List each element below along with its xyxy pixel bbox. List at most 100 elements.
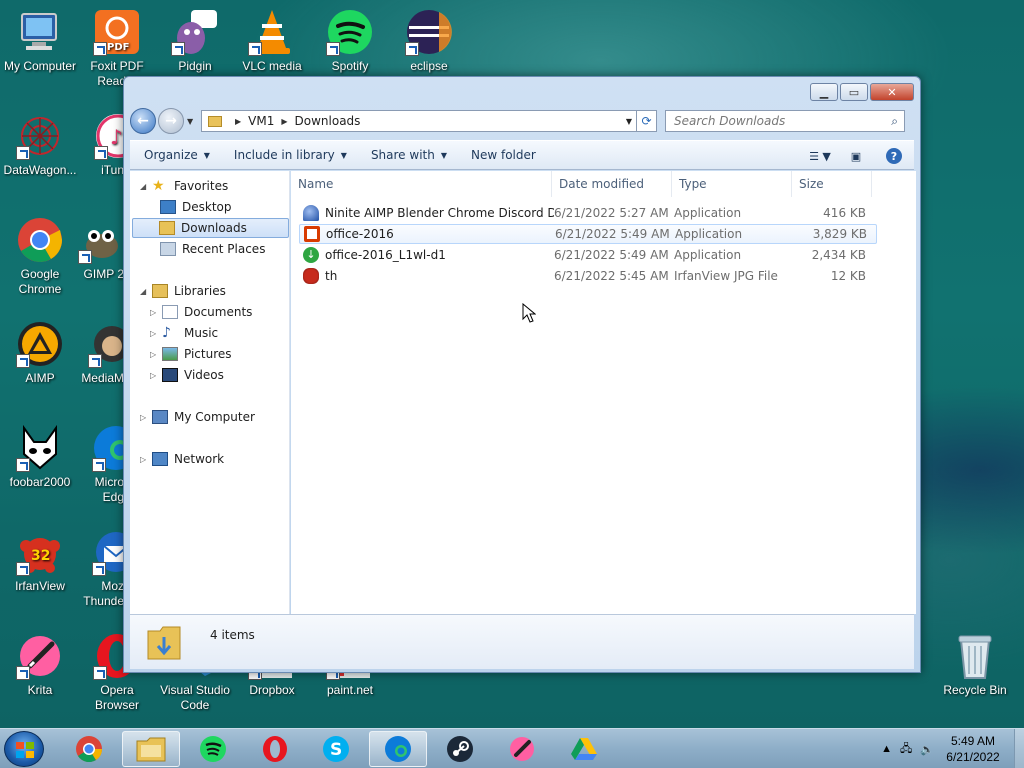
address-bar[interactable]: ▶ VM1 ▶ Downloads ▼ xyxy=(201,110,637,132)
show-desktop-button[interactable] xyxy=(1014,729,1024,768)
desktop-icon-gimp[interactable]: GIMP 2 xyxy=(78,216,124,282)
foxit-pdf-icon: PDF xyxy=(93,8,141,56)
datawagon-icon xyxy=(16,112,64,160)
include-in-library-button[interactable]: Include in library ▼ xyxy=(222,148,359,162)
chevron-right-icon[interactable]: ▶ xyxy=(235,117,241,126)
desktop-icon-edge[interactable]: Micro Edg xyxy=(78,424,124,505)
recent-pages-dropdown[interactable]: ▼ xyxy=(187,117,197,126)
skype-icon: S xyxy=(323,736,349,762)
nav-documents[interactable]: ▷ Documents xyxy=(150,302,252,322)
taskbar-spotify[interactable] xyxy=(184,731,242,767)
organize-button[interactable]: Organize ▼ xyxy=(130,148,222,162)
desktop-icon-datawagon[interactable]: DataWagon... xyxy=(0,112,80,178)
desktop-icon-foobar[interactable]: foobar2000 xyxy=(0,424,80,490)
nav-videos[interactable]: ▷ Videos xyxy=(150,365,224,385)
foobar-icon xyxy=(16,424,64,472)
volume-icon[interactable]: 🔈 xyxy=(920,743,934,756)
start-button[interactable] xyxy=(4,731,44,767)
desktop-icon-krita[interactable]: Krita xyxy=(0,632,80,698)
svg-text:32: 32 xyxy=(31,548,50,564)
desktop-icon-mediamonkey[interactable]: MediaM xyxy=(78,320,124,386)
desktop-icon-itunes[interactable]: ♪ iTun xyxy=(78,112,124,178)
expand-arrow-icon[interactable]: ▷ xyxy=(150,308,162,317)
share-with-button[interactable]: Share with ▼ xyxy=(359,148,459,162)
nav-pictures[interactable]: ▷ Pictures xyxy=(150,344,232,364)
file-name: th xyxy=(325,269,338,283)
desktop-icon-recycle-bin[interactable]: Recycle Bin xyxy=(935,632,1015,698)
edge-icon xyxy=(92,424,124,472)
file-size: 416 KB xyxy=(823,206,866,220)
nav-label: My Computer xyxy=(174,410,255,424)
preview-pane-icon[interactable]: ▣ xyxy=(838,150,874,163)
share-with-label: Share with xyxy=(370,148,435,162)
show-hidden-icons-arrow[interactable]: ▲ xyxy=(881,743,892,755)
nav-libraries[interactable]: ◢ Libraries xyxy=(140,281,226,301)
taskbar-opera[interactable] xyxy=(246,731,304,767)
desktop-icon-pidgin[interactable]: Pidgin xyxy=(155,8,235,74)
taskbar-edge[interactable] xyxy=(369,731,427,767)
desktop-icon-vlc[interactable]: VLC media xyxy=(232,8,312,74)
file-row[interactable]: Ninite AIMP Blender Chrome Discord Dr...… xyxy=(299,203,877,223)
expand-arrow-icon[interactable]: ▷ xyxy=(150,371,162,380)
maximize-button[interactable]: ▭ xyxy=(840,83,868,101)
file-row[interactable]: th 6/21/2022 5:45 AM IrfanView JPG File … xyxy=(299,266,877,286)
file-name: office-2016_L1wl-d1 xyxy=(325,248,446,262)
taskbar-chrome[interactable] xyxy=(60,731,118,767)
nav-desktop[interactable]: Desktop xyxy=(160,197,232,217)
address-dropdown-icon[interactable]: ▼ xyxy=(626,117,632,126)
desktop-icon-eclipse[interactable]: eclipse xyxy=(389,8,469,74)
help-icon[interactable]: ? xyxy=(886,148,902,164)
desktop-icon-thunderbird[interactable]: Moz Thunde xyxy=(78,528,124,609)
minimize-button[interactable]: ▁ xyxy=(810,83,838,101)
column-header-name[interactable]: Name xyxy=(291,171,552,197)
breadcrumb-downloads[interactable]: Downloads xyxy=(295,114,361,128)
search-input[interactable]: Search Downloads ⌕ xyxy=(665,110,905,132)
expand-arrow-icon[interactable]: ▷ xyxy=(140,455,152,464)
expand-arrow-icon[interactable]: ◢ xyxy=(140,287,152,296)
desktop-icon-aimp[interactable]: AIMP xyxy=(0,320,80,386)
nav-my-computer[interactable]: ▷ My Computer xyxy=(140,407,255,427)
chevron-right-icon[interactable]: ▶ xyxy=(281,117,287,126)
back-button[interactable]: ← xyxy=(130,108,156,134)
clock[interactable]: 5:49 AM 6/21/2022 xyxy=(938,733,1008,765)
file-row[interactable]: office-2016 6/21/2022 5:49 AM Applicatio… xyxy=(299,224,877,244)
new-folder-button[interactable]: New folder xyxy=(459,148,548,162)
taskbar-skype[interactable]: S xyxy=(307,731,365,767)
desktop-icon-spotify[interactable]: Spotify xyxy=(310,8,390,74)
forward-button[interactable]: → xyxy=(158,108,184,134)
taskbar-explorer[interactable] xyxy=(122,731,180,767)
file-type: Application xyxy=(674,206,742,220)
expand-arrow-icon[interactable]: ▷ xyxy=(140,413,152,422)
folder-icon xyxy=(208,115,222,127)
refresh-button[interactable]: ⟳ xyxy=(637,110,657,132)
file-row[interactable]: ↓ office-2016_L1wl-d1 6/21/2022 5:49 AM A… xyxy=(299,245,877,265)
change-view-button[interactable]: ☰ ▼ xyxy=(802,150,838,163)
nav-network[interactable]: ▷ Network xyxy=(140,449,224,469)
caption-buttons: ▁ ▭ ✕ xyxy=(808,83,914,101)
desktop-icon-irfanview[interactable]: 32 IrfanView xyxy=(0,528,80,594)
nav-favorites[interactable]: ◢ ★ Favorites xyxy=(140,176,228,196)
desktop-icon-label: paint.net xyxy=(326,683,374,697)
expand-arrow-icon[interactable]: ◢ xyxy=(140,182,152,191)
nav-downloads[interactable]: Downloads xyxy=(132,218,289,238)
column-header-size[interactable]: Size xyxy=(792,171,872,197)
close-button[interactable]: ✕ xyxy=(870,83,914,101)
desktop-icon-chrome[interactable]: Google Chrome xyxy=(0,216,80,297)
expand-arrow-icon[interactable]: ▷ xyxy=(150,350,162,359)
taskbar-steam[interactable] xyxy=(431,731,489,767)
pidgin-icon xyxy=(171,8,219,56)
file-size: 3,829 KB xyxy=(812,227,867,241)
column-header-date-modified[interactable]: Date modified xyxy=(552,171,672,197)
search-icon[interactable]: ⌕ xyxy=(891,114,898,129)
column-header-type[interactable]: Type xyxy=(672,171,792,197)
nav-music[interactable]: ▷ ♪ Music xyxy=(150,323,218,343)
breadcrumb-vm1[interactable]: VM1 xyxy=(248,114,274,128)
nav-recent-places[interactable]: Recent Places xyxy=(160,239,265,259)
desktop-icon-my-computer[interactable]: My Computer xyxy=(0,8,80,74)
taskbar-krita[interactable] xyxy=(493,731,551,767)
expand-arrow-icon[interactable]: ▷ xyxy=(150,329,162,338)
taskbar-google-drive[interactable] xyxy=(555,731,613,767)
network-status-icon[interactable]: 🖧 xyxy=(900,740,912,759)
opera-icon xyxy=(263,736,287,762)
file-list: Name Date modified Type Size Ninite AIMP… xyxy=(291,171,916,614)
